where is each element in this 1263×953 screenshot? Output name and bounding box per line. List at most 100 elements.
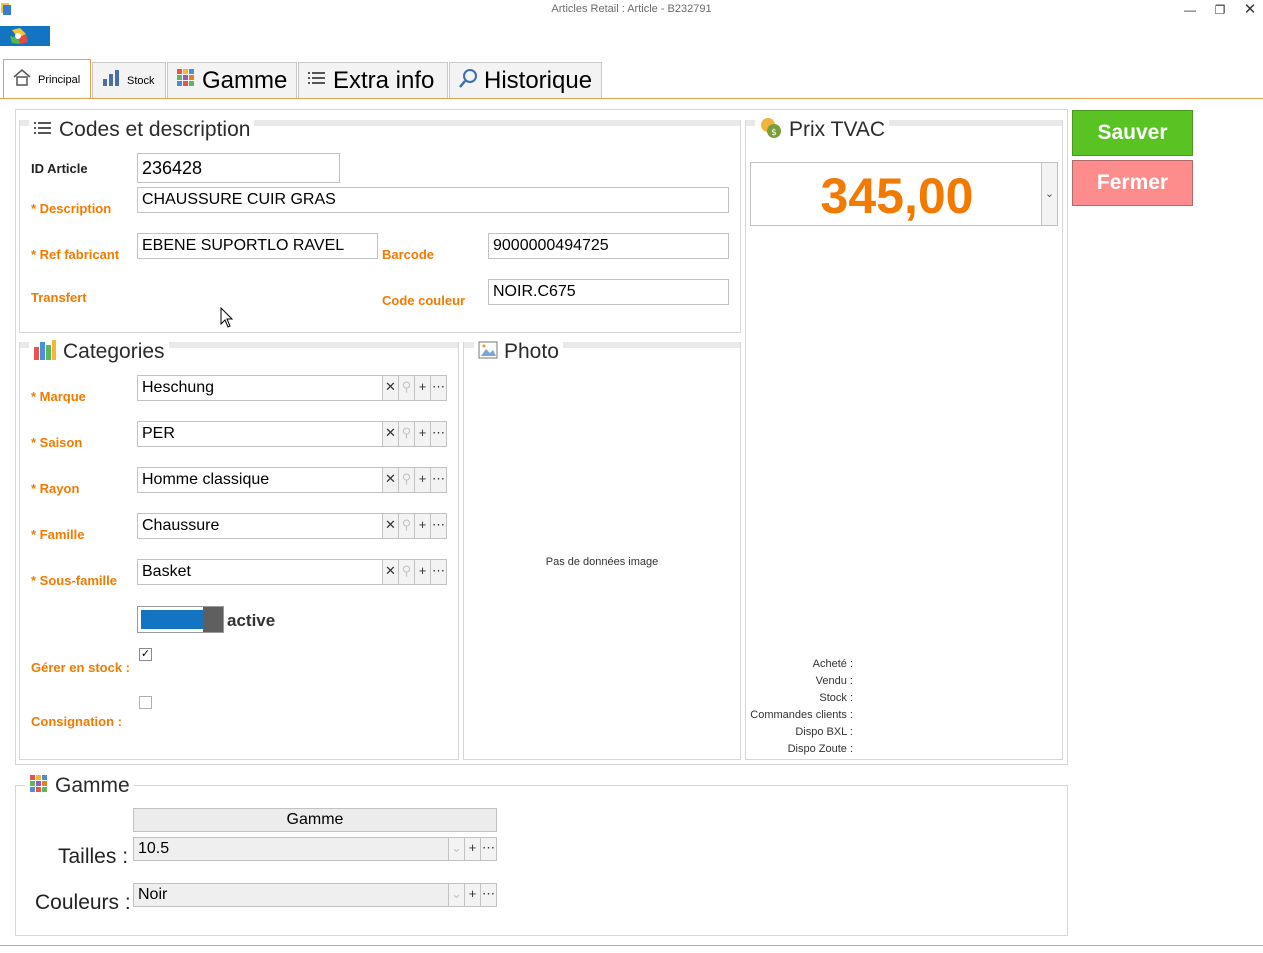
tab-stock[interactable]: Stock xyxy=(92,62,166,98)
id-article-field[interactable]: 236428 xyxy=(137,153,340,183)
title-bar: Articles Retail : Article - B232791 — ❐ … xyxy=(0,0,1263,20)
add-icon[interactable]: + xyxy=(415,421,431,447)
tab-principal[interactable]: Principal xyxy=(3,59,91,99)
more-icon[interactable]: ⋯ xyxy=(481,837,497,861)
barcode-field[interactable]: 9000000494725 xyxy=(488,233,729,259)
more-icon[interactable]: ⋯ xyxy=(431,513,447,539)
active-toggle[interactable] xyxy=(137,606,224,633)
active-label: active xyxy=(227,611,276,630)
famille-lookup[interactable]: Chaussure ✕ ⚲ + ⋯ xyxy=(137,513,447,539)
tab-extra-info[interactable]: Extra info xyxy=(298,62,448,98)
price-header: $ Prix TVAC xyxy=(755,116,890,145)
gamme-header: Gamme xyxy=(25,772,134,800)
stat-vendu-label: Vendu : xyxy=(815,675,853,687)
tab-label: Stock xyxy=(127,74,155,87)
couleurs-field[interactable]: Noir xyxy=(133,883,449,907)
minimize-icon[interactable]: — xyxy=(1178,1,1202,19)
search-icon[interactable]: ⚲ xyxy=(399,375,415,401)
clear-icon[interactable]: ✕ xyxy=(383,375,399,401)
description-field[interactable]: CHAUSSURE CUIR GRAS xyxy=(137,187,729,213)
saison-field[interactable]: PER xyxy=(137,421,383,447)
famille-label: * Famille xyxy=(31,527,85,542)
clear-icon[interactable]: ✕ xyxy=(383,559,399,585)
marque-label: * Marque xyxy=(31,389,86,404)
price-value[interactable]: 345,00 xyxy=(751,167,1043,225)
more-icon[interactable]: ⋯ xyxy=(481,883,497,907)
code-couleur-label: Code couleur xyxy=(382,293,466,308)
add-icon[interactable]: + xyxy=(465,837,481,861)
close-button[interactable]: Fermer xyxy=(1072,160,1193,206)
ref-fabricant-label: * Ref fabricant xyxy=(31,247,120,262)
image-icon xyxy=(478,341,498,364)
couleurs-dropdown[interactable]: Noir ⌄ + ⋯ xyxy=(133,883,497,907)
sous-famille-label: * Sous-famille xyxy=(31,573,117,588)
search-icon[interactable]: ⚲ xyxy=(399,513,415,539)
add-icon[interactable]: + xyxy=(415,513,431,539)
clear-icon[interactable]: ✕ xyxy=(383,421,399,447)
add-icon[interactable]: + xyxy=(415,467,431,493)
tab-underline xyxy=(0,98,1263,99)
rayon-label: * Rayon xyxy=(31,481,80,496)
sous-famille-field[interactable]: Basket xyxy=(137,559,383,585)
tab-historique[interactable]: Historique xyxy=(449,62,602,98)
restore-icon[interactable]: ❐ xyxy=(1208,1,1232,19)
more-icon[interactable]: ⋯ xyxy=(431,375,447,401)
codes-title: Codes et description xyxy=(59,118,251,141)
tab-label: Extra info xyxy=(333,66,435,94)
photo-header: Photo xyxy=(474,338,563,366)
search-icon[interactable]: ⚲ xyxy=(399,421,415,447)
code-couleur-field[interactable]: NOIR.C675 xyxy=(488,279,729,305)
window-title: Articles Retail : Article - B232791 xyxy=(551,3,712,15)
toggle-thumb xyxy=(203,607,223,632)
bar-chart-icon xyxy=(33,339,57,366)
coins-icon: $ xyxy=(759,116,783,145)
stat-commandes-label: Commandes clients : xyxy=(750,709,853,721)
marque-lookup[interactable]: Heschung ✕ ⚲ + ⋯ xyxy=(137,375,447,401)
list-icon xyxy=(307,69,327,92)
add-icon[interactable]: + xyxy=(465,883,481,907)
more-icon[interactable]: ⋯ xyxy=(431,421,447,447)
toggle-track xyxy=(141,610,203,629)
list-icon xyxy=(33,120,53,141)
consignation-checkbox[interactable] xyxy=(139,696,152,709)
stat-dispo-bxl-label: Dispo BXL : xyxy=(795,726,853,738)
ref-fabricant-field[interactable]: EBENE SUPORTLO RAVEL xyxy=(137,233,378,259)
more-icon[interactable]: ⋯ xyxy=(431,467,447,493)
description-label: * Description xyxy=(31,201,112,216)
photo-group xyxy=(463,342,741,760)
tab-gamme[interactable]: Gamme xyxy=(167,62,297,98)
add-icon[interactable]: + xyxy=(415,375,431,401)
rayon-field[interactable]: Homme classique xyxy=(137,467,383,493)
gerer-stock-checkbox[interactable]: ✓ xyxy=(139,648,152,661)
sous-famille-lookup[interactable]: Basket ✕ ⚲ + ⋯ xyxy=(137,559,447,585)
clear-icon[interactable]: ✕ xyxy=(383,467,399,493)
price-input[interactable]: 345,00 ⌄ xyxy=(750,162,1058,226)
more-icon[interactable]: ⋯ xyxy=(431,559,447,585)
chevron-down-icon[interactable]: ⌄ xyxy=(449,837,465,861)
photo-empty-text: Pas de données image xyxy=(545,556,659,568)
rayon-lookup[interactable]: Homme classique ✕ ⚲ + ⋯ xyxy=(137,467,447,493)
bar-chart-icon xyxy=(101,69,121,92)
stat-stock-label: Stock : xyxy=(819,692,853,704)
svg-text:$: $ xyxy=(771,128,777,138)
save-button[interactable]: Sauver xyxy=(1072,110,1193,156)
add-icon[interactable]: + xyxy=(415,559,431,585)
barcode-label: Barcode xyxy=(382,247,435,262)
tailles-field[interactable]: 10.5 xyxy=(133,837,449,861)
marque-field[interactable]: Heschung xyxy=(137,375,383,401)
grid-icon xyxy=(29,774,49,799)
gamme-button[interactable]: Gamme xyxy=(133,808,497,832)
stat-achete-label: Acheté : xyxy=(812,658,853,670)
search-icon[interactable]: ⚲ xyxy=(399,559,415,585)
clear-icon[interactable]: ✕ xyxy=(383,513,399,539)
search-icon[interactable]: ⚲ xyxy=(399,467,415,493)
categories-header: Categories xyxy=(29,338,169,366)
tailles-dropdown[interactable]: 10.5 ⌄ + ⋯ xyxy=(133,837,497,861)
famille-field[interactable]: Chaussure xyxy=(137,513,383,539)
chevron-down-icon[interactable]: ⌄ xyxy=(1041,163,1057,225)
saison-lookup[interactable]: PER ✕ ⚲ + ⋯ xyxy=(137,421,447,447)
codes-header: Codes et description xyxy=(29,117,255,143)
close-window-icon[interactable]: ✕ xyxy=(1238,1,1262,19)
consignation-label: Consignation : xyxy=(31,714,122,729)
chevron-down-icon[interactable]: ⌄ xyxy=(449,883,465,907)
